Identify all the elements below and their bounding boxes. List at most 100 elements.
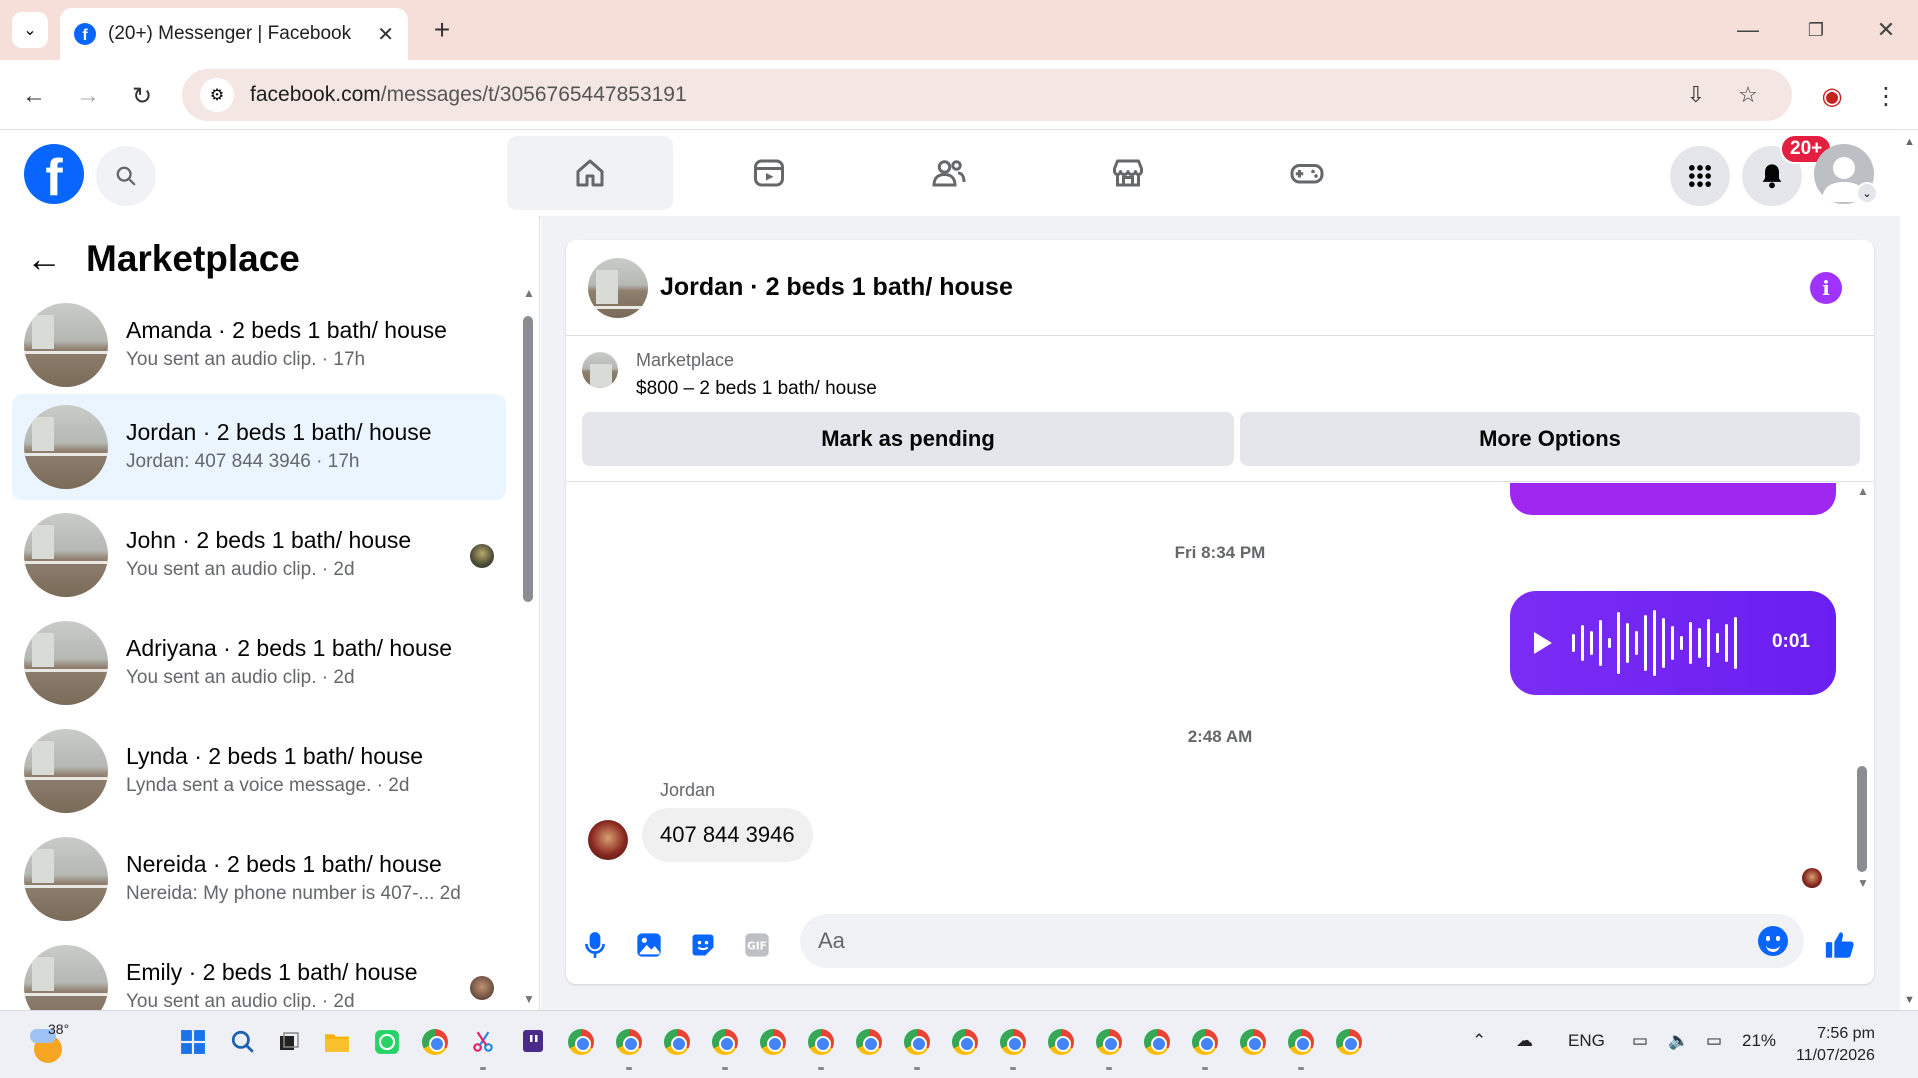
close-window-button[interactable]: ✕: [1866, 12, 1906, 48]
omnibox[interactable]: ⚙ facebook.com/messages/t/30567654478531…: [182, 69, 1792, 121]
play-icon[interactable]: [1534, 632, 1552, 654]
page-scrollbar[interactable]: ▲ ▼: [1900, 130, 1918, 1010]
gaming-tab[interactable]: [1224, 136, 1390, 210]
photo-icon[interactable]: [634, 930, 664, 960]
chrome-profile-icon[interactable]: [806, 1027, 836, 1057]
twitch-icon[interactable]: [518, 1027, 548, 1057]
chrome-profile-icon[interactable]: [1046, 1027, 1076, 1057]
emoji-icon[interactable]: [1758, 926, 1788, 956]
scroll-thumb[interactable]: [523, 316, 533, 602]
tab-search-dropdown-button[interactable]: ⌄: [12, 12, 48, 48]
back-button[interactable]: ←: [14, 76, 54, 116]
snipping-tool-icon[interactable]: [468, 1027, 498, 1057]
scroll-up-icon[interactable]: ▲: [1857, 484, 1869, 498]
site-info-icon[interactable]: ⚙: [200, 78, 234, 112]
search-icon[interactable]: [96, 146, 156, 206]
volume-icon[interactable]: 🔈: [1668, 1031, 1689, 1051]
scroll-up-icon[interactable]: ▲: [523, 286, 535, 300]
restore-button[interactable]: ❐: [1796, 12, 1836, 48]
browser-tab[interactable]: f (20+) Messenger | Facebook ✕: [60, 8, 408, 60]
bookmark-star-icon[interactable]: ☆: [1732, 79, 1764, 111]
forward-button[interactable]: →: [68, 76, 108, 116]
chrome-profile-icon[interactable]: [710, 1027, 740, 1057]
conversation-item[interactable]: Nereida · 2 beds 1 bath/ house Nereida: …: [12, 826, 506, 932]
listing-price[interactable]: $800 – 2 beds 1 bath/ house: [636, 378, 877, 400]
chrome-profile-icon[interactable]: [998, 1027, 1028, 1057]
chrome-profile-icon[interactable]: [1238, 1027, 1268, 1057]
listing-thumbnail: [24, 513, 108, 597]
conversation-item[interactable]: Adriyana · 2 beds 1 bath/ house You sent…: [12, 610, 506, 716]
chat-scrollbar[interactable]: ▲ ▼: [1854, 484, 1870, 904]
chrome-profile-icon[interactable]: [1286, 1027, 1316, 1057]
menu-grid-button[interactable]: [1670, 146, 1730, 206]
chrome-icon[interactable]: [420, 1027, 450, 1057]
audio-message-bubble[interactable]: [1510, 483, 1836, 515]
minimize-button[interactable]: —: [1728, 12, 1768, 48]
chrome-icon[interactable]: [566, 1027, 596, 1057]
chat-listing-avatar[interactable]: [588, 257, 648, 318]
chrome-menu-icon[interactable]: ⋮: [1866, 76, 1906, 116]
more-options-button[interactable]: More Options: [1240, 412, 1860, 466]
sidebar-scrollbar[interactable]: ▲ ▼: [520, 286, 536, 1006]
install-app-icon[interactable]: ⇩: [1680, 79, 1712, 111]
scroll-down-icon[interactable]: ▼: [1857, 876, 1869, 890]
friends-tab[interactable]: [866, 136, 1032, 210]
message-input[interactable]: Aa: [800, 914, 1804, 968]
chrome-profile-icon[interactable]: [614, 1027, 644, 1057]
sender-avatar[interactable]: [588, 820, 628, 860]
mark-as-pending-button[interactable]: Mark as pending: [582, 412, 1234, 466]
marketplace-icon: [1113, 159, 1143, 187]
new-tab-button[interactable]: +: [424, 12, 460, 48]
profile-icon[interactable]: ◉: [1812, 76, 1852, 116]
chevron-up-icon[interactable]: ⌃: [1472, 1031, 1486, 1051]
chrome-profile-icon[interactable]: [758, 1027, 788, 1057]
chrome-profile-icon[interactable]: [902, 1027, 932, 1057]
video-tab[interactable]: [686, 136, 852, 210]
thumbs-up-icon[interactable]: [1822, 930, 1858, 960]
listing-small-thumbnail[interactable]: [582, 352, 618, 388]
chrome-profile-icon[interactable]: [854, 1027, 884, 1057]
whatsapp-icon[interactable]: [372, 1027, 402, 1057]
onedrive-icon[interactable]: ☁: [1516, 1031, 1533, 1051]
scroll-thumb[interactable]: [1857, 766, 1867, 872]
clock-date: 11/07/2026: [1796, 1047, 1875, 1064]
audio-message-bubble[interactable]: 0:01: [1510, 591, 1836, 695]
incoming-message-bubble[interactable]: 407 844 3946: [642, 808, 813, 862]
battery-icon[interactable]: ▭: [1706, 1031, 1722, 1051]
network-icon[interactable]: ▭: [1632, 1031, 1648, 1051]
file-explorer-icon[interactable]: [322, 1027, 352, 1057]
facebook-logo[interactable]: f: [24, 144, 84, 204]
sticker-icon[interactable]: [688, 930, 718, 960]
task-view-icon[interactable]: [274, 1027, 304, 1057]
reload-button[interactable]: ↻: [122, 76, 162, 116]
chrome-profile-icon[interactable]: [1094, 1027, 1124, 1057]
back-arrow-icon[interactable]: ←: [26, 238, 62, 280]
conversation-item[interactable]: Amanda · 2 beds 1 bath/ house You sent a…: [12, 292, 506, 398]
scroll-down-icon[interactable]: ▼: [523, 992, 535, 1006]
chat-title[interactable]: Jordan · 2 beds 1 bath/ house: [660, 273, 1013, 302]
home-tab[interactable]: [507, 136, 673, 210]
language-indicator[interactable]: ENG: [1568, 1031, 1605, 1051]
conversation-item[interactable]: Lynda · 2 beds 1 bath/ house Lynda sent …: [12, 718, 506, 824]
chevron-down-icon[interactable]: ⌄: [1856, 182, 1878, 204]
microphone-icon[interactable]: [580, 930, 610, 960]
listing-thumbnail: [24, 837, 108, 921]
sidebar-title: Marketplace: [86, 238, 300, 279]
taskbar-search-icon[interactable]: [228, 1027, 258, 1057]
gif-icon[interactable]: GIF: [742, 930, 772, 960]
conversation-item[interactable]: John · 2 beds 1 bath/ house You sent an …: [12, 502, 506, 608]
clock[interactable]: 7:56 pm 11/07/2026: [1796, 1023, 1875, 1067]
url-text[interactable]: facebook.com/messages/t/3056765447853191: [250, 83, 687, 107]
conversation-item[interactable]: Emily · 2 beds 1 bath/ house You sent an…: [12, 934, 506, 1010]
close-tab-icon[interactable]: ✕: [377, 22, 394, 47]
marketplace-tab[interactable]: [1045, 136, 1211, 210]
chrome-profile-icon[interactable]: [950, 1027, 980, 1057]
temperature: 38°: [48, 1021, 70, 1037]
info-icon[interactable]: i: [1810, 272, 1842, 304]
chrome-profile-icon[interactable]: [1142, 1027, 1172, 1057]
conversation-item-active[interactable]: Jordan · 2 beds 1 bath/ house Jordan: 40…: [12, 394, 506, 500]
chrome-profile-icon[interactable]: [662, 1027, 692, 1057]
chrome-profile-icon[interactable]: [1334, 1027, 1364, 1057]
chrome-profile-icon[interactable]: [1190, 1027, 1220, 1057]
start-icon[interactable]: [178, 1027, 208, 1057]
